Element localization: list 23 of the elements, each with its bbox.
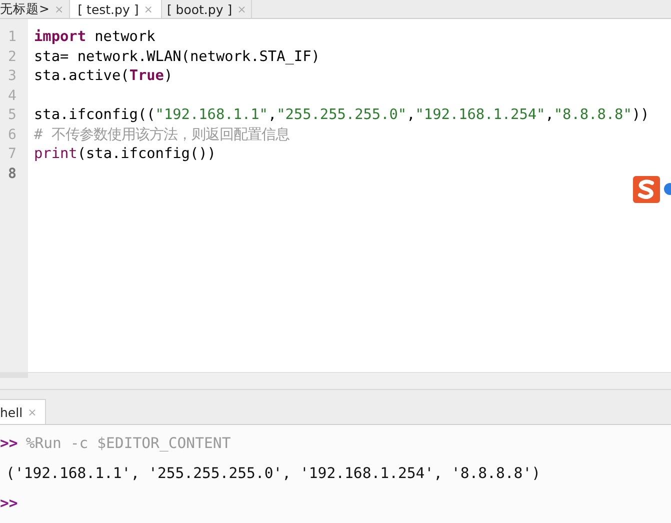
- logo-icon[interactable]: [632, 175, 671, 204]
- shell-command: %Run -c $EDITOR_CONTENT: [26, 434, 231, 454]
- tab[interactable]: 无标题> ×: [0, 0, 70, 18]
- tab[interactable]: hell ×: [0, 399, 46, 424]
- line-number: 4: [7, 86, 18, 106]
- code-line: import network: [34, 29, 156, 45]
- line-number: 1: [7, 28, 18, 47]
- line-number: 5: [7, 106, 18, 125]
- line-number: 8: [7, 164, 18, 184]
- shell-output: ('192.168.1.1', '255.255.255.0', '192.168.1.254', '8.8.8.8'): [5, 464, 541, 484]
- line-number: 6: [7, 126, 18, 144]
- line-number: 3: [7, 67, 18, 86]
- code-line: sta= network.WLAN(network.STA_IF): [34, 48, 320, 64]
- prompt: >>: [0, 434, 18, 454]
- code-line: # 不传参数使用该方法，则返回配置信息: [34, 126, 290, 142]
- code-line: print(sta.ifconfig()): [34, 146, 216, 162]
- code-line: sta.active(True): [34, 68, 173, 84]
- code-line: sta.ifconfig(("192.168.1.1","255.255.255.0","192.168.1.254","8.8.8.8")): [34, 107, 650, 123]
- line-number: 7: [7, 145, 18, 164]
- tab[interactable]: [ test.py ] ×: [70, 0, 162, 18]
- line-number: 2: [7, 48, 18, 66]
- scrollbar-thumb[interactable]: [0, 372, 28, 378]
- prompt: >>: [0, 494, 18, 514]
